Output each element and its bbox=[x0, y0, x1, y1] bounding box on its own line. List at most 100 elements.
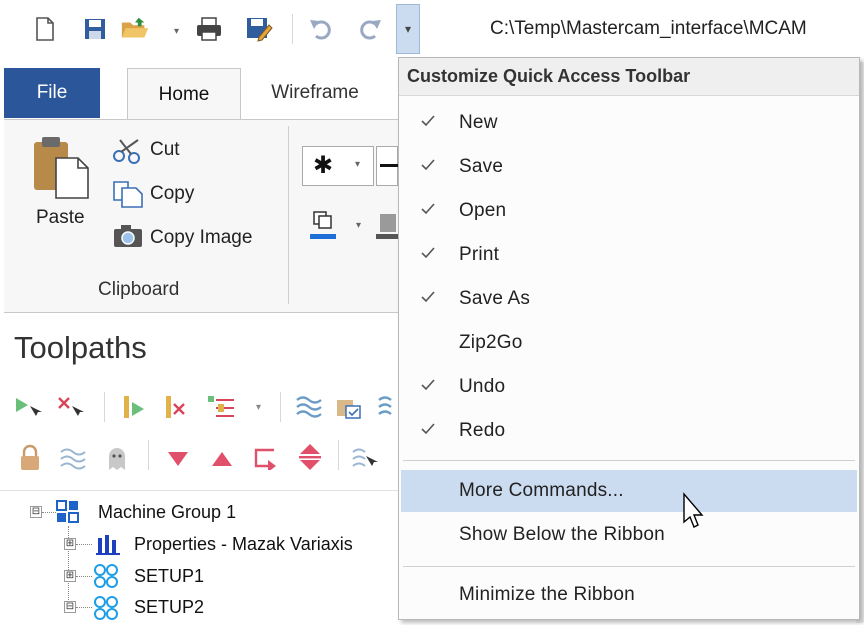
asterisk-icon: ✱ bbox=[313, 152, 334, 179]
menu-separator bbox=[403, 566, 855, 567]
menu-item-more-commands[interactable]: More Commands... bbox=[401, 470, 857, 512]
clipboard-group-label: Clipboard bbox=[98, 279, 180, 300]
check-icon bbox=[419, 156, 437, 174]
menu-item-print[interactable]: Print bbox=[401, 234, 857, 276]
menu-header: Customize Quick Access Toolbar bbox=[399, 58, 859, 96]
tab-file[interactable]: File bbox=[4, 68, 100, 118]
menu-item-label: Save As bbox=[459, 288, 531, 309]
menu-item-redo[interactable]: Redo bbox=[401, 410, 857, 452]
save-icon[interactable] bbox=[80, 12, 110, 46]
verify-icon[interactable] bbox=[334, 394, 364, 425]
menu-item-zip2go[interactable]: Zip2Go bbox=[401, 322, 857, 364]
backplot-icon[interactable] bbox=[294, 394, 324, 425]
scissors-icon bbox=[112, 138, 146, 169]
tree-item-machine-group[interactable]: Machine Group 1 bbox=[98, 502, 236, 523]
quick-access-toolbar: ▾ ▾ C:\Temp\Mastercam_interface\MCAM bbox=[0, 0, 864, 62]
color-layer-icon[interactable] bbox=[308, 210, 338, 245]
mouse-pointer-icon bbox=[676, 492, 706, 541]
toolbar-separator bbox=[148, 440, 149, 470]
menu-item-save[interactable]: Save bbox=[401, 146, 857, 188]
copy-button[interactable]: Copy bbox=[150, 183, 194, 205]
menu-item-undo[interactable]: Undo bbox=[401, 366, 857, 408]
toggle-posting-icon[interactable] bbox=[58, 446, 88, 475]
deselect-operations-icon[interactable] bbox=[56, 394, 84, 425]
ribbon-group-separator bbox=[288, 126, 289, 304]
menu-separator bbox=[403, 460, 855, 461]
tree-line bbox=[76, 576, 92, 577]
menu-item-minimize-ribbon[interactable]: Minimize the Ribbon bbox=[401, 574, 857, 616]
point-style-dropdown[interactable]: ✱ ▾ bbox=[302, 146, 374, 186]
machine-group-icon bbox=[56, 500, 80, 529]
menu-item-label: Show Below the Ribbon bbox=[459, 524, 665, 545]
tree-expander[interactable]: ⊞ bbox=[64, 570, 76, 582]
ghost-icon[interactable] bbox=[106, 444, 128, 477]
check-icon bbox=[419, 376, 437, 394]
print-icon[interactable] bbox=[194, 12, 224, 46]
lock-icon[interactable] bbox=[18, 444, 42, 477]
chevron-down-icon: ▾ bbox=[355, 159, 361, 170]
tree-line bbox=[76, 607, 92, 608]
menu-item-new[interactable]: New bbox=[401, 102, 857, 144]
move-up-icon[interactable] bbox=[210, 450, 234, 473]
insert-arrow-icon[interactable] bbox=[252, 446, 280, 475]
save-as-icon[interactable] bbox=[244, 12, 274, 46]
select-all-operations-icon[interactable] bbox=[14, 394, 42, 425]
menu-item-label: New bbox=[459, 112, 498, 133]
toolbar-separator bbox=[280, 392, 281, 422]
menu-item-label: Undo bbox=[459, 376, 506, 397]
menu-item-label: Open bbox=[459, 200, 507, 221]
tree-expander[interactable]: ⊞ bbox=[64, 538, 76, 550]
setup-icon bbox=[94, 596, 120, 625]
tree-expander[interactable]: ⊟ bbox=[64, 601, 76, 613]
tree-item-setup2[interactable]: SETUP2 bbox=[134, 597, 204, 618]
tab-wireframe[interactable]: Wireframe bbox=[250, 68, 380, 118]
regenerate-dirty-icon[interactable] bbox=[160, 394, 190, 425]
cut-button[interactable]: Cut bbox=[150, 139, 180, 161]
menu-item-label: More Commands... bbox=[459, 480, 624, 501]
paste-icon[interactable] bbox=[32, 134, 94, 205]
chevron-down-icon[interactable]: ▾ bbox=[356, 220, 361, 231]
line-style-dropdown[interactable] bbox=[376, 146, 398, 186]
paste-button[interactable]: Paste bbox=[36, 207, 85, 229]
tree-item-properties[interactable]: Properties - Mazak Variaxis bbox=[134, 534, 353, 555]
check-icon bbox=[419, 420, 437, 438]
move-down-icon[interactable] bbox=[166, 450, 190, 473]
toolbar-separator bbox=[338, 440, 339, 470]
tree-item-setup1[interactable]: SETUP1 bbox=[134, 566, 204, 587]
copy-icon bbox=[112, 180, 146, 213]
simulate-icon[interactable] bbox=[376, 394, 396, 425]
tree-line bbox=[76, 544, 92, 545]
check-icon bbox=[419, 112, 437, 130]
chevron-down-icon[interactable]: ▾ bbox=[256, 402, 261, 413]
customize-dropdown-icon[interactable]: ▾ bbox=[396, 4, 420, 54]
menu-item-label: Minimize the Ribbon bbox=[459, 584, 635, 605]
open-folder-icon[interactable] bbox=[120, 12, 150, 46]
tab-home[interactable]: Home bbox=[127, 68, 241, 121]
menu-item-show-below-ribbon[interactable]: Show Below the Ribbon bbox=[401, 514, 857, 556]
scroll-to-insert-icon[interactable] bbox=[296, 442, 324, 477]
redo-icon[interactable] bbox=[355, 12, 385, 46]
regenerate-selected-icon[interactable] bbox=[118, 394, 148, 425]
toggle-display-icon[interactable] bbox=[206, 394, 236, 425]
tree-expander[interactable]: ⊟ bbox=[30, 506, 42, 518]
tree-line bbox=[42, 512, 56, 513]
menu-item-open[interactable]: Open bbox=[401, 190, 857, 232]
solid-color-icon[interactable] bbox=[374, 212, 398, 245]
menu-item-save-as[interactable]: Save As bbox=[401, 278, 857, 320]
check-icon bbox=[419, 288, 437, 306]
setup-icon bbox=[94, 564, 120, 593]
menu-item-label: Zip2Go bbox=[459, 332, 523, 353]
check-icon bbox=[419, 244, 437, 262]
line-style-icon bbox=[380, 164, 398, 167]
toolbar-separator bbox=[104, 392, 105, 422]
toolpaths-title: Toolpaths bbox=[14, 330, 147, 365]
new-file-icon[interactable] bbox=[30, 12, 60, 46]
undo-icon[interactable] bbox=[306, 12, 336, 46]
select-toolpath-icon[interactable] bbox=[350, 446, 380, 477]
copy-image-button[interactable]: Copy Image bbox=[150, 227, 252, 249]
toolbar-separator bbox=[292, 14, 293, 44]
menu-item-label: Save bbox=[459, 156, 504, 177]
chevron-down-icon[interactable]: ▾ bbox=[174, 26, 179, 37]
window-title-path: C:\Temp\Mastercam_interface\MCAM bbox=[490, 18, 807, 39]
check-icon bbox=[419, 200, 437, 218]
